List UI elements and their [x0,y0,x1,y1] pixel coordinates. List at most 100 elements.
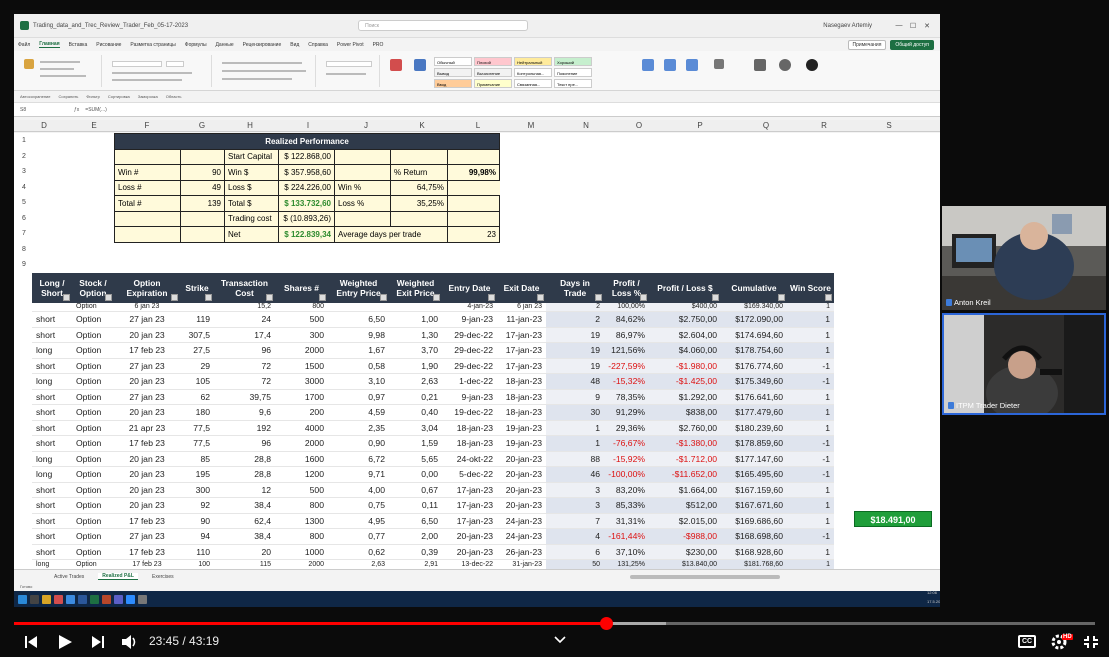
table-cell[interactable]: $180.239,60 [721,420,787,436]
table-cell[interactable]: 27 jan 23 [114,389,180,405]
table-cell[interactable]: 96 [214,435,275,452]
table-cell[interactable]: $2.760,00 [649,420,721,436]
table-cell[interactable]: 131,25% [604,559,649,570]
cell-style-1[interactable]: Плохой [474,57,512,66]
table-cell[interactable]: 9 [546,389,604,405]
table-cell[interactable]: long [32,373,72,390]
table-cell[interactable]: $177.479,60 [721,404,787,421]
table-cell[interactable]: $512,00 [649,497,721,514]
user-name[interactable]: Nasegaev Artemiy [823,23,872,29]
table-cell[interactable]: 29-dec-22 [442,358,497,374]
loss-dollars-value[interactable]: $ 224.226,00 [278,179,335,196]
return-value[interactable]: 99,98% [447,164,500,181]
column-header-1[interactable]: Stock / Option [72,273,114,303]
table-cell[interactable]: short [32,482,72,498]
autosum-icon[interactable] [714,59,724,69]
cell-style-10[interactable]: Связанная... [514,79,552,88]
table-cell[interactable]: 3000 [275,373,328,390]
table-cell[interactable]: 15,2 [214,303,275,312]
maximize-icon[interactable]: ☐ [906,22,920,30]
table-cell[interactable]: 2,35 [328,420,389,436]
table-cell[interactable]: 9,71 [328,466,389,483]
table-cell[interactable]: 18-jan-23 [497,373,546,390]
table-cell[interactable]: 91,29% [604,404,649,421]
column-header-12[interactable]: Profit / Loss $ [649,273,721,303]
table-row[interactable]: long Option 20 jan 23 195 28,8 1200 9,71 0,00 5-… [32,466,834,483]
column-header[interactable]: D [24,120,64,132]
table-cell[interactable]: short [32,435,72,452]
table-cell[interactable]: 83,20% [604,482,649,498]
table-cell[interactable] [328,303,389,312]
column-header[interactable]: L [458,120,498,132]
table-cell[interactable]: 6 jan 23 [497,303,546,312]
table-cell[interactable]: 9,98 [328,327,389,343]
table-cell[interactable]: long [32,559,72,570]
participant-video-1[interactable]: Anton Kreil [942,206,1106,310]
column-header-11[interactable]: Profit / Loss % [604,273,649,303]
cell-style-6[interactable]: Контрольная... [514,68,552,77]
table-cell[interactable]: 0,58 [328,358,389,374]
sort-filter-icon[interactable] [754,59,766,71]
table-cell[interactable]: 3,70 [389,342,442,359]
table-cell[interactable]: 96 [214,342,275,359]
table-cell[interactable]: 1 [546,420,604,436]
column-header[interactable]: M [511,120,551,132]
column-header-2[interactable]: Option Expiration [114,273,180,303]
table-cell[interactable]: 24-okt-22 [442,451,497,467]
cell-style-4[interactable]: Вывод [434,68,472,77]
tab-9[interactable]: Power Pivot [337,42,364,48]
table-cell[interactable]: 0,11 [389,497,442,514]
tab-6[interactable]: Рецензирование [243,42,282,48]
trading-cost-value[interactable]: $ (10.893,26) [278,210,335,227]
table-cell[interactable]: 307,5 [180,327,214,343]
row-header[interactable]: 3 [14,168,34,175]
column-header[interactable]: F [127,120,167,132]
sheet-tab-1[interactable]: Realized P&L [98,573,138,580]
table-cell[interactable]: 1 [787,303,834,312]
table-cell[interactable]: -15,32% [604,373,649,390]
search-input[interactable]: Поиск [358,20,529,31]
table-cell[interactable]: 800 [275,497,328,514]
table-cell[interactable]: 1 [787,389,834,405]
zoom-icon[interactable] [126,594,135,604]
table-cell[interactable]: 19-dec-22 [442,404,497,421]
table-cell[interactable]: Option [72,358,114,374]
table-cell[interactable]: 20-jan-23 [497,482,546,498]
table-cell[interactable]: 2,63 [328,559,389,570]
search-taskbar-icon[interactable] [30,594,39,604]
table-cell[interactable]: 2,91 [389,559,442,570]
table-cell[interactable] [32,303,72,312]
table-cell[interactable]: 195 [180,466,214,483]
table-cell[interactable]: 1-dec-22 [442,373,497,390]
table-cell[interactable]: 17 feb 23 [114,513,180,529]
column-header-3[interactable]: Strike [180,273,214,303]
table-cell[interactable]: $165.495,60 [721,466,787,483]
paste-icon[interactable] [24,59,34,69]
table-row[interactable]: short Option 21 apr 23 77,5 192 4000 2,35 3,04 1… [32,420,834,436]
table-cell[interactable]: 27 jan 23 [114,528,180,545]
edge-icon[interactable] [66,594,75,604]
table-cell[interactable]: 6 jan 23 [114,303,180,312]
table-cell[interactable]: 180 [180,404,214,421]
table-cell[interactable]: 29-dec-22 [442,327,497,343]
explorer-icon[interactable] [42,594,51,604]
table-cell[interactable]: 100 [180,559,214,570]
table-row[interactable]: Option 6 jan 23 15,2 800 4-jan-23 6 jan 23 2 10… [32,303,834,312]
table-cell[interactable]: Option [72,513,114,529]
table-cell[interactable]: 18-jan-23 [497,404,546,421]
chrome-icon[interactable] [54,594,63,604]
win-pct-value[interactable]: 64,75% [390,179,448,196]
table-cell[interactable]: 300 [275,327,328,343]
row-header[interactable]: 1 [14,137,34,144]
table-cell[interactable]: 500 [275,311,328,328]
total-count-value[interactable]: 139 [180,195,225,212]
table-cell[interactable]: 4,59 [328,404,389,421]
column-header[interactable]: R [804,120,844,132]
table-cell[interactable]: Option [72,559,114,570]
quick-tool-1[interactable]: Сохранить [59,94,79,99]
table-cell[interactable]: 1,90 [389,358,442,374]
cell-style-8[interactable]: Ввод [434,79,472,88]
table-cell[interactable]: Option [72,342,114,359]
table-cell[interactable]: Option [72,404,114,421]
table-cell[interactable]: 2 [546,311,604,328]
